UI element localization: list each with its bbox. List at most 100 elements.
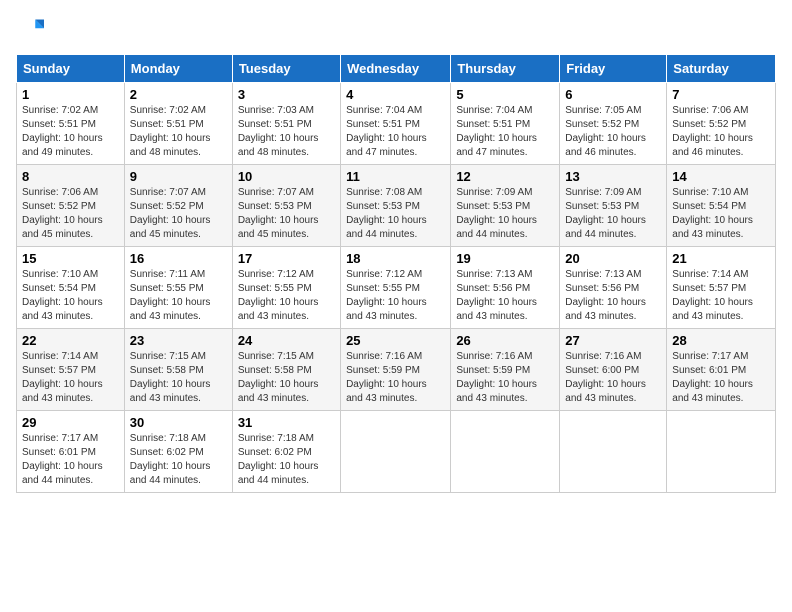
day-number: 2 <box>130 87 227 102</box>
day-info: Sunrise: 7:10 AMSunset: 5:54 PMDaylight:… <box>672 187 753 240</box>
day-info: Sunrise: 7:12 AMSunset: 5:55 PMDaylight:… <box>346 269 427 322</box>
day-info: Sunrise: 7:15 AMSunset: 5:58 PMDaylight:… <box>130 351 211 404</box>
day-info: Sunrise: 7:07 AMSunset: 5:52 PMDaylight:… <box>130 187 211 240</box>
day-info: Sunrise: 7:14 AMSunset: 5:57 PMDaylight:… <box>672 269 753 322</box>
calendar-header-friday: Friday <box>560 55 667 83</box>
calendar-day-cell <box>341 411 451 493</box>
calendar-day-cell: 5 Sunrise: 7:04 AMSunset: 5:51 PMDaylight… <box>451 83 560 165</box>
day-info: Sunrise: 7:15 AMSunset: 5:58 PMDaylight:… <box>238 351 319 404</box>
calendar-week-row: 22 Sunrise: 7:14 AMSunset: 5:57 PMDayligh… <box>17 329 776 411</box>
calendar-day-cell: 24 Sunrise: 7:15 AMSunset: 5:58 PMDayligh… <box>232 329 340 411</box>
day-number: 5 <box>456 87 554 102</box>
calendar-day-cell: 19 Sunrise: 7:13 AMSunset: 5:56 PMDayligh… <box>451 247 560 329</box>
day-info: Sunrise: 7:13 AMSunset: 5:56 PMDaylight:… <box>565 269 646 322</box>
calendar-day-cell: 28 Sunrise: 7:17 AMSunset: 6:01 PMDayligh… <box>667 329 776 411</box>
day-info: Sunrise: 7:06 AMSunset: 5:52 PMDaylight:… <box>22 187 103 240</box>
calendar-day-cell: 6 Sunrise: 7:05 AMSunset: 5:52 PMDaylight… <box>560 83 667 165</box>
day-info: Sunrise: 7:07 AMSunset: 5:53 PMDaylight:… <box>238 187 319 240</box>
day-number: 9 <box>130 169 227 184</box>
day-info: Sunrise: 7:18 AMSunset: 6:02 PMDaylight:… <box>130 433 211 486</box>
calendar-day-cell: 21 Sunrise: 7:14 AMSunset: 5:57 PMDayligh… <box>667 247 776 329</box>
calendar-week-row: 1 Sunrise: 7:02 AMSunset: 5:51 PMDaylight… <box>17 83 776 165</box>
day-info: Sunrise: 7:03 AMSunset: 5:51 PMDaylight:… <box>238 105 319 158</box>
day-number: 20 <box>565 251 661 266</box>
day-number: 19 <box>456 251 554 266</box>
day-info: Sunrise: 7:18 AMSunset: 6:02 PMDaylight:… <box>238 433 319 486</box>
day-info: Sunrise: 7:12 AMSunset: 5:55 PMDaylight:… <box>238 269 319 322</box>
day-number: 3 <box>238 87 335 102</box>
day-number: 23 <box>130 333 227 348</box>
day-info: Sunrise: 7:09 AMSunset: 5:53 PMDaylight:… <box>456 187 537 240</box>
day-info: Sunrise: 7:06 AMSunset: 5:52 PMDaylight:… <box>672 105 753 158</box>
day-info: Sunrise: 7:04 AMSunset: 5:51 PMDaylight:… <box>456 105 537 158</box>
calendar-day-cell: 3 Sunrise: 7:03 AMSunset: 5:51 PMDaylight… <box>232 83 340 165</box>
day-info: Sunrise: 7:10 AMSunset: 5:54 PMDaylight:… <box>22 269 103 322</box>
day-number: 25 <box>346 333 445 348</box>
day-number: 10 <box>238 169 335 184</box>
calendar-day-cell: 18 Sunrise: 7:12 AMSunset: 5:55 PMDayligh… <box>341 247 451 329</box>
day-number: 7 <box>672 87 770 102</box>
day-number: 6 <box>565 87 661 102</box>
day-number: 18 <box>346 251 445 266</box>
day-number: 30 <box>130 415 227 430</box>
day-number: 15 <box>22 251 119 266</box>
calendar-day-cell: 9 Sunrise: 7:07 AMSunset: 5:52 PMDaylight… <box>124 165 232 247</box>
day-info: Sunrise: 7:13 AMSunset: 5:56 PMDaylight:… <box>456 269 537 322</box>
calendar-day-cell: 25Sunrise: 7:16 AMSunset: 5:59 PMDayligh… <box>341 329 451 411</box>
calendar-header-thursday: Thursday <box>451 55 560 83</box>
day-number: 1 <box>22 87 119 102</box>
calendar-week-row: 8Sunrise: 7:06 AMSunset: 5:52 PMDaylight… <box>17 165 776 247</box>
calendar-day-cell: 7 Sunrise: 7:06 AMSunset: 5:52 PMDaylight… <box>667 83 776 165</box>
day-info: Sunrise: 7:02 AMSunset: 5:51 PMDaylight:… <box>130 105 211 158</box>
calendar-day-cell: 1 Sunrise: 7:02 AMSunset: 5:51 PMDaylight… <box>17 83 125 165</box>
calendar-day-cell <box>667 411 776 493</box>
calendar-week-row: 15 Sunrise: 7:10 AMSunset: 5:54 PMDayligh… <box>17 247 776 329</box>
calendar-week-row: 29Sunrise: 7:17 AMSunset: 6:01 PMDayligh… <box>17 411 776 493</box>
calendar-day-cell: 14Sunrise: 7:10 AMSunset: 5:54 PMDayligh… <box>667 165 776 247</box>
day-number: 31 <box>238 415 335 430</box>
calendar-day-cell: 27 Sunrise: 7:16 AMSunset: 6:00 PMDayligh… <box>560 329 667 411</box>
calendar-day-cell: 17 Sunrise: 7:12 AMSunset: 5:55 PMDayligh… <box>232 247 340 329</box>
calendar-header-wednesday: Wednesday <box>341 55 451 83</box>
day-info: Sunrise: 7:08 AMSunset: 5:53 PMDaylight:… <box>346 187 427 240</box>
day-info: Sunrise: 7:16 AMSunset: 5:59 PMDaylight:… <box>456 351 537 404</box>
calendar-day-cell: 8Sunrise: 7:06 AMSunset: 5:52 PMDaylight… <box>17 165 125 247</box>
calendar-day-cell: 26 Sunrise: 7:16 AMSunset: 5:59 PMDayligh… <box>451 329 560 411</box>
day-number: 12 <box>456 169 554 184</box>
day-info: Sunrise: 7:14 AMSunset: 5:57 PMDaylight:… <box>22 351 103 404</box>
day-info: Sunrise: 7:09 AMSunset: 5:53 PMDaylight:… <box>565 187 646 240</box>
day-number: 29 <box>22 415 119 430</box>
calendar-day-cell: 2 Sunrise: 7:02 AMSunset: 5:51 PMDaylight… <box>124 83 232 165</box>
calendar-day-cell: 30 Sunrise: 7:18 AMSunset: 6:02 PMDayligh… <box>124 411 232 493</box>
day-number: 17 <box>238 251 335 266</box>
calendar-day-cell: 15 Sunrise: 7:10 AMSunset: 5:54 PMDayligh… <box>17 247 125 329</box>
logo-icon <box>16 16 44 44</box>
day-number: 16 <box>130 251 227 266</box>
day-info: Sunrise: 7:11 AMSunset: 5:55 PMDaylight:… <box>130 269 211 322</box>
day-number: 27 <box>565 333 661 348</box>
calendar-day-cell: 29Sunrise: 7:17 AMSunset: 6:01 PMDayligh… <box>17 411 125 493</box>
day-info: Sunrise: 7:04 AMSunset: 5:51 PMDaylight:… <box>346 105 427 158</box>
day-info: Sunrise: 7:16 AMSunset: 6:00 PMDaylight:… <box>565 351 646 404</box>
calendar-header-row: SundayMondayTuesdayWednesdayThursdayFrid… <box>17 55 776 83</box>
day-number: 24 <box>238 333 335 348</box>
day-number: 28 <box>672 333 770 348</box>
calendar-day-cell: 23 Sunrise: 7:15 AMSunset: 5:58 PMDayligh… <box>124 329 232 411</box>
calendar-day-cell <box>451 411 560 493</box>
calendar-day-cell: 13 Sunrise: 7:09 AMSunset: 5:53 PMDayligh… <box>560 165 667 247</box>
calendar-day-cell: 10 Sunrise: 7:07 AMSunset: 5:53 PMDayligh… <box>232 165 340 247</box>
day-info: Sunrise: 7:17 AMSunset: 6:01 PMDaylight:… <box>672 351 753 404</box>
calendar-day-cell: 22 Sunrise: 7:14 AMSunset: 5:57 PMDayligh… <box>17 329 125 411</box>
day-info: Sunrise: 7:02 AMSunset: 5:51 PMDaylight:… <box>22 105 103 158</box>
day-number: 13 <box>565 169 661 184</box>
calendar-day-cell: 11Sunrise: 7:08 AMSunset: 5:53 PMDayligh… <box>341 165 451 247</box>
calendar-header-saturday: Saturday <box>667 55 776 83</box>
page-header <box>16 16 776 44</box>
day-number: 21 <box>672 251 770 266</box>
calendar-header-tuesday: Tuesday <box>232 55 340 83</box>
day-info: Sunrise: 7:05 AMSunset: 5:52 PMDaylight:… <box>565 105 646 158</box>
day-number: 22 <box>22 333 119 348</box>
day-number: 4 <box>346 87 445 102</box>
calendar-header-monday: Monday <box>124 55 232 83</box>
day-number: 26 <box>456 333 554 348</box>
